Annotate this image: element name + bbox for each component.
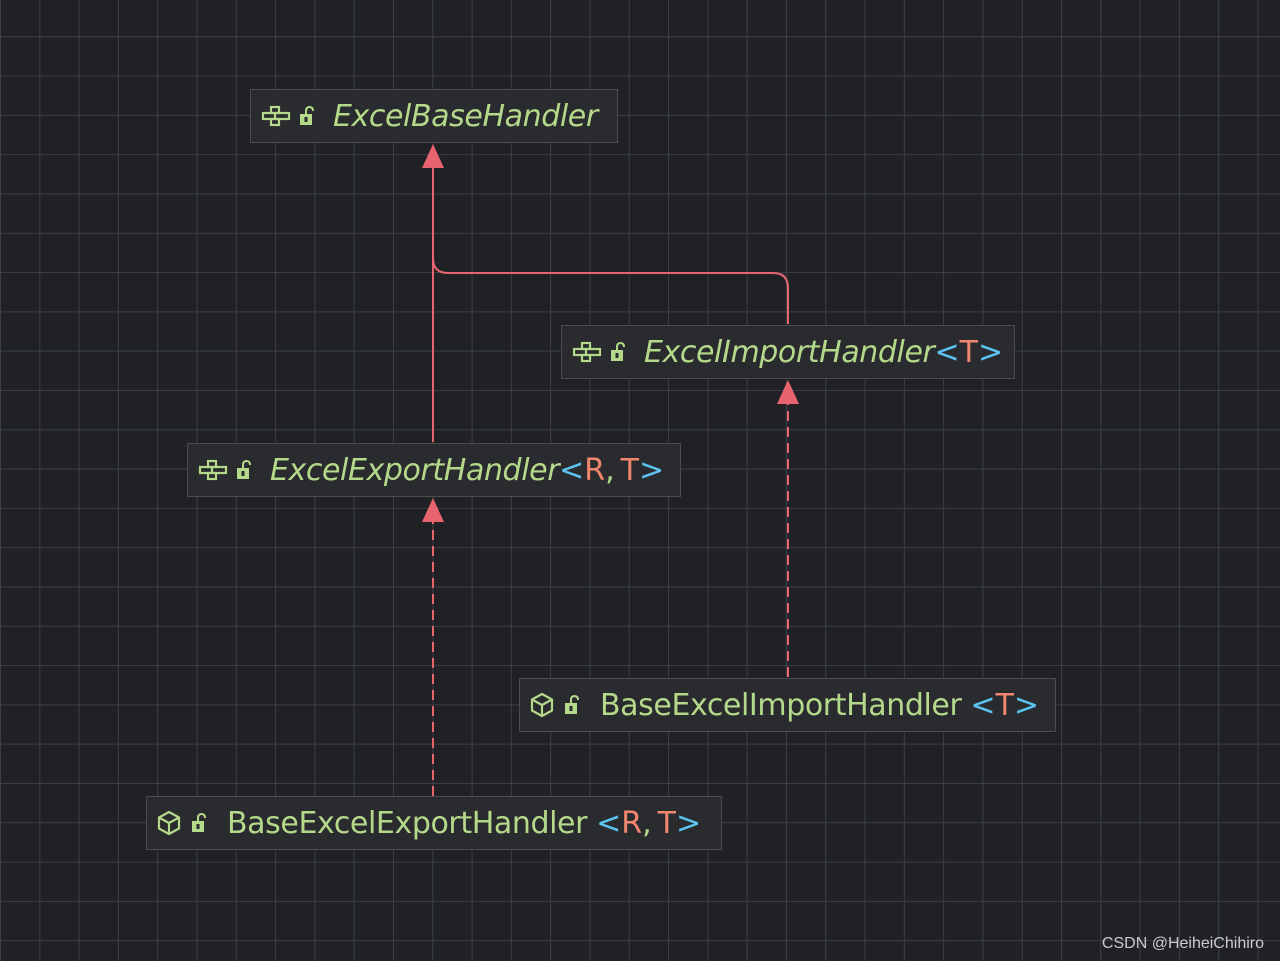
node-excel-import-handler[interactable]: ExcelImportHandler < T > — [561, 325, 1015, 379]
node-name: BaseExcelImportHandler — [600, 687, 962, 723]
type-param-t: T — [620, 452, 639, 488]
type-open-bracket: < — [970, 687, 996, 723]
type-close-bracket: > — [675, 805, 702, 841]
node-excel-export-handler[interactable]: ExcelExportHandler < R, T > — [187, 443, 681, 497]
public-unlock-icon — [299, 106, 315, 126]
type-separator: , — [642, 805, 652, 841]
public-unlock-icon — [610, 342, 626, 362]
interface-icon — [261, 105, 291, 127]
node-name: ExcelExportHandler — [270, 452, 560, 488]
node-name: ExcelImportHandler — [644, 334, 935, 370]
node-base-excel-import-handler[interactable]: BaseExcelImportHandler < T > — [519, 678, 1056, 732]
type-open-bracket: < — [596, 805, 622, 841]
type-param-t: T — [657, 805, 676, 841]
type-separator: , — [605, 452, 615, 488]
class-hierarchy-diagram: ExcelBaseHandler ExcelImportHandler < T > — [0, 0, 1280, 961]
type-open-bracket: < — [559, 452, 585, 488]
type-close-bracket: > — [639, 452, 665, 488]
arrowhead-base — [422, 144, 444, 168]
class-cube-icon — [157, 810, 181, 836]
arrowhead-export — [422, 498, 444, 522]
node-excel-base-handler[interactable]: ExcelBaseHandler — [250, 89, 618, 143]
type-close-bracket: > — [1013, 687, 1040, 723]
class-cube-icon — [530, 692, 554, 718]
type-open-bracket: < — [934, 334, 960, 370]
node-base-excel-export-handler[interactable]: BaseExcelExportHandler < R, T > — [146, 796, 722, 850]
type-param-r: R — [621, 805, 643, 841]
interface-icon — [572, 341, 602, 363]
public-unlock-icon — [236, 460, 252, 480]
type-param-r: R — [584, 452, 606, 488]
edge-import-to-base — [432, 257, 789, 324]
public-unlock-icon — [191, 813, 207, 833]
interface-icon — [198, 459, 228, 481]
arrowhead-import — [777, 380, 799, 404]
node-name: BaseExcelExportHandler — [227, 805, 588, 841]
type-param: T — [959, 334, 978, 370]
node-name: ExcelBaseHandler — [333, 98, 598, 134]
watermark-text: CSDN @HeiheiChihiro — [1101, 935, 1264, 952]
public-unlock-icon — [564, 695, 580, 715]
type-close-bracket: > — [977, 334, 1004, 370]
type-param: T — [995, 687, 1014, 723]
